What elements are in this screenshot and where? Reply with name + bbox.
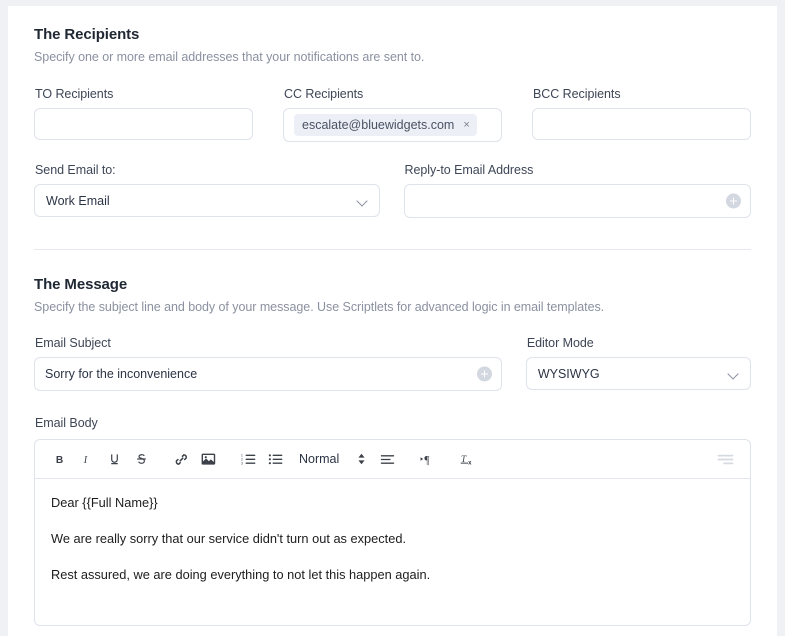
recipients-section-subtitle: Specify one or more email addresses that… <box>34 50 425 64</box>
email-body-field: Email Body B I 1 2 3 Normal ¶ T x Dear {… <box>34 416 751 626</box>
close-icon[interactable]: × <box>463 119 469 131</box>
svg-text:x: x <box>468 459 472 466</box>
to-recipients-label: TO Recipients <box>35 87 114 101</box>
reply-to-label: Reply-to Email Address <box>404 163 534 177</box>
editor-mode-label: Editor Mode <box>526 336 594 350</box>
message-section: The Message Specify the subject line and… <box>34 276 751 626</box>
svg-text:¶: ¶ <box>424 455 429 466</box>
svg-text:3: 3 <box>241 461 243 465</box>
cc-recipients-input[interactable]: escalate@bluewidgets.com × <box>283 108 502 142</box>
to-recipients-input[interactable] <box>34 108 253 140</box>
body-paragraph: Rest assured, we are doing everything to… <box>51 567 431 582</box>
to-recipients-field: TO Recipients <box>34 87 253 142</box>
send-email-to-value: Work Email <box>46 193 110 208</box>
message-section-title: The Message <box>34 276 128 293</box>
email-body-editable[interactable]: Dear {{Full Name}} We are really sorry t… <box>35 479 750 625</box>
editor-toolbar: B I 1 2 3 Normal ¶ T x <box>35 440 750 479</box>
email-body-label: Email Body <box>35 416 98 430</box>
format-block-select[interactable]: Normal <box>299 452 366 466</box>
link-icon[interactable] <box>168 446 195 472</box>
add-scriptlet-icon[interactable] <box>476 366 492 382</box>
chevron-down-icon <box>728 368 739 379</box>
recipients-section-title: The Recipients <box>34 26 140 43</box>
cc-recipient-chip[interactable]: escalate@bluewidgets.com × <box>294 114 477 136</box>
subject-row: Email Subject Sorry for the inconvenienc… <box>34 336 751 391</box>
underline-icon[interactable] <box>101 446 128 472</box>
send-email-to-label: Send Email to: <box>35 163 116 177</box>
email-subject-label: Email Subject <box>35 336 111 350</box>
editor-mode-select[interactable]: WYSIWYG <box>525 357 751 390</box>
add-scriptlet-icon[interactable] <box>726 193 741 209</box>
bold-icon[interactable]: B <box>47 446 74 472</box>
send-email-to-field: Send Email to: Work Email <box>34 163 380 218</box>
image-icon[interactable] <box>195 446 222 472</box>
section-divider <box>34 249 751 250</box>
svg-text:B: B <box>56 455 63 466</box>
chevron-down-icon <box>357 195 368 206</box>
bcc-recipients-label: BCC Recipients <box>533 87 621 101</box>
email-subject-field: Email Subject Sorry for the inconvenienc… <box>34 336 502 391</box>
clear-formatting-icon[interactable]: T x <box>454 446 481 472</box>
text-direction-icon[interactable]: ¶ <box>414 446 441 472</box>
chevron-updown-icon <box>357 453 366 465</box>
bcc-recipients-input[interactable] <box>532 108 751 140</box>
italic-icon[interactable]: I <box>74 446 101 472</box>
send-options-row: Send Email to: Work Email Reply-to Email… <box>34 163 751 218</box>
send-email-to-select[interactable]: Work Email <box>34 184 380 217</box>
editor-mode-value: WYSIWYG <box>537 366 600 381</box>
reply-to-input[interactable] <box>403 184 751 218</box>
cc-recipient-chip-label: escalate@bluewidgets.com <box>302 118 455 132</box>
ordered-list-icon[interactable]: 1 2 3 <box>235 446 262 472</box>
reply-to-field: Reply-to Email Address <box>403 163 751 218</box>
cc-recipients-label: CC Recipients <box>284 87 364 101</box>
email-subject-value: Sorry for the inconvenience <box>45 367 198 381</box>
bullet-list-icon[interactable] <box>262 446 289 472</box>
strikethrough-icon[interactable] <box>128 446 155 472</box>
align-right-icon[interactable] <box>712 447 738 471</box>
body-paragraph: Dear {{Full Name}} <box>51 495 158 510</box>
format-block-value: Normal <box>299 452 340 466</box>
body-paragraph: We are really sorry that our service did… <box>51 531 407 546</box>
email-subject-input[interactable]: Sorry for the inconvenience <box>34 357 502 391</box>
settings-card: The Recipients Specify one or more email… <box>8 6 777 636</box>
message-section-subtitle: Specify the subject line and body of you… <box>34 300 605 314</box>
align-icon[interactable] <box>374 446 401 472</box>
cc-recipients-field: CC Recipients escalate@bluewidgets.com × <box>283 87 502 142</box>
svg-text:I: I <box>83 455 88 466</box>
rich-text-editor: B I 1 2 3 Normal ¶ T x Dear {{Full Name}… <box>34 439 751 626</box>
recipients-fields-row: TO Recipients CC Recipients escalate@blu… <box>34 87 751 142</box>
editor-mode-field: Editor Mode WYSIWYG <box>525 336 751 391</box>
bcc-recipients-field: BCC Recipients <box>532 87 751 142</box>
recipients-section: The Recipients Specify one or more email… <box>34 26 751 250</box>
